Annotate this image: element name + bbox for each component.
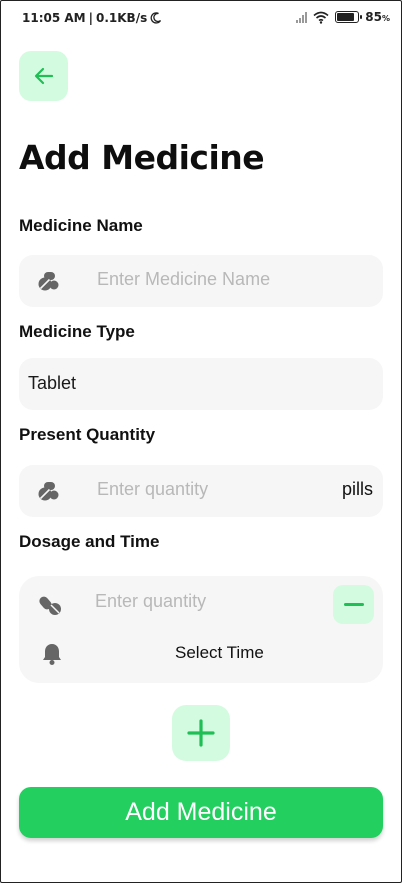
remove-dose-button[interactable] [333, 585, 374, 624]
moon-icon [150, 12, 162, 24]
network-speed: 0.1KB/s [96, 11, 148, 25]
quantity-unit: pills [341, 479, 373, 499]
pills-icon [38, 272, 59, 291]
back-button[interactable] [19, 51, 68, 101]
medicine-type-value: Tablet [28, 373, 77, 393]
wifi-icon [313, 11, 329, 24]
status-bar: 11:05 AM | 0.1KB/s 85% [0, 0, 402, 40]
dosage-quantity-input[interactable]: Enter quantity [95, 591, 206, 612]
minus-icon [343, 603, 364, 606]
add-medicine-button[interactable]: Add Medicine [19, 787, 383, 838]
medicine-type-field[interactable]: Tablet [19, 358, 383, 410]
present-quantity-field[interactable]: Enter quantity pills [19, 465, 383, 517]
pills-icon [38, 482, 59, 501]
present-quantity-label: Present Quantity [19, 425, 156, 444]
clock: 11:05 AM [22, 11, 86, 25]
arrow-left-icon [34, 67, 53, 85]
add-dose-button[interactable] [172, 705, 230, 761]
plus-icon [187, 719, 215, 747]
battery-icon [335, 11, 363, 23]
medicine-name-label: Medicine Name [19, 216, 143, 235]
battery-fill [337, 13, 355, 21]
present-quantity-placeholder: Enter quantity [97, 479, 209, 499]
signal-icon [296, 11, 308, 23]
dosage-label: Dosage and Time [19, 532, 160, 551]
bell-icon [43, 644, 61, 665]
battery-percent: 85% [365, 10, 390, 24]
status-left: 11:05 AM | 0.1KB/s [22, 11, 162, 25]
dosage-card: Enter quantity Select Time [19, 576, 383, 683]
medicine-type-label: Medicine Type [19, 322, 135, 341]
status-right: 85% [296, 10, 390, 24]
medicine-name-placeholder: Enter Medicine Name [97, 269, 271, 289]
select-time-button[interactable]: Select Time [175, 643, 264, 663]
status-separator: | [88, 11, 93, 25]
medicine-name-field[interactable]: Enter Medicine Name [19, 255, 383, 307]
capsules-icon [39, 596, 61, 615]
page-title: Add Medicine [19, 138, 265, 177]
